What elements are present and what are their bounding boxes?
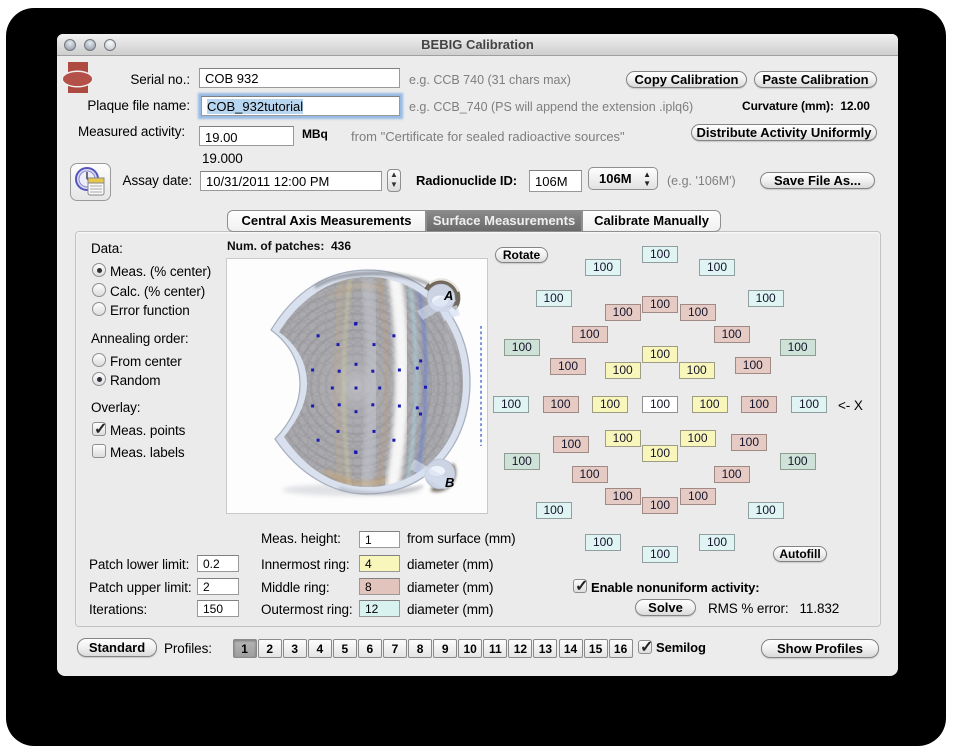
svg-text:B: B xyxy=(445,475,454,490)
svg-text:A: A xyxy=(443,288,453,303)
